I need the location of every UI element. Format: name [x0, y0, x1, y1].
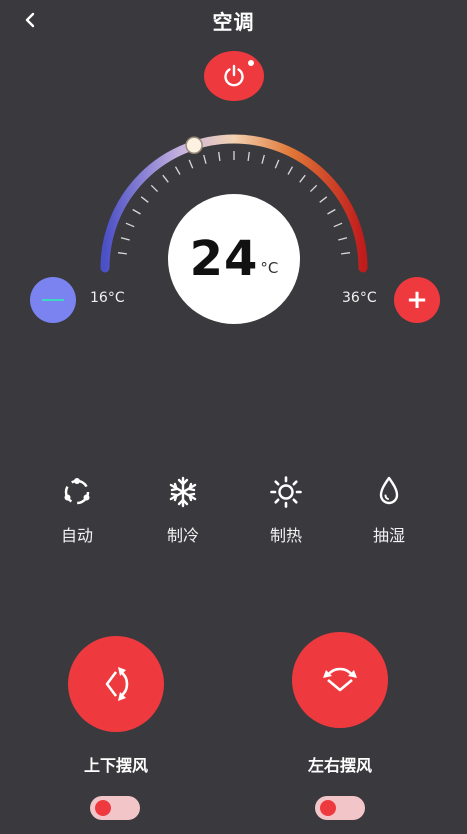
dial-tick	[117, 252, 127, 255]
temperature-unit: °C	[260, 259, 279, 277]
dial-tick	[140, 196, 149, 203]
vertical-swing-button[interactable]	[68, 636, 164, 732]
dial-tick	[341, 252, 351, 255]
dial-tick	[120, 237, 130, 241]
plus-icon: +	[406, 285, 428, 315]
dial-tick	[309, 184, 318, 193]
dial-tick	[125, 222, 135, 228]
mode-label: 制冷	[166, 526, 199, 545]
horizontal-swing-toggle[interactable]	[315, 796, 365, 820]
mode-dehumidify[interactable]: 抽湿	[349, 474, 429, 546]
dial-tick	[132, 208, 141, 215]
mode-auto[interactable]: 自动	[37, 474, 117, 546]
snowflake-icon	[169, 476, 197, 508]
horizontal-swing-label: 左右摆风	[307, 756, 372, 775]
dial-tick	[247, 151, 250, 161]
dial-tick	[274, 159, 280, 169]
dial-tick	[319, 196, 328, 203]
increase-temperature-button[interactable]: +	[394, 277, 440, 323]
toggle-knob	[320, 800, 336, 816]
dial-tick	[150, 184, 159, 193]
temperature-slider-thumb	[185, 136, 203, 155]
temperature-value: 24	[189, 231, 259, 287]
horizontal-swing-icon	[323, 667, 357, 692]
mode-heat[interactable]: 制热	[246, 474, 326, 546]
dial-tick	[299, 174, 306, 183]
toggle-knob	[95, 800, 111, 816]
dial-tick	[218, 151, 221, 161]
mode-label: 自动	[60, 526, 93, 545]
decrease-temperature-button[interactable]	[30, 277, 76, 323]
dial-tick	[327, 208, 336, 215]
temperature-display: 24 °C	[168, 194, 300, 324]
dial-tick	[203, 154, 207, 164]
mode-cool[interactable]: 制冷	[143, 474, 223, 546]
mode-label: 制热	[269, 526, 302, 545]
auto-cycle-icon	[64, 478, 90, 505]
dial-tick	[261, 154, 265, 164]
vertical-swing-icon	[105, 667, 129, 701]
vertical-swing-label: 上下摆风	[83, 756, 148, 775]
dial-tick	[174, 166, 181, 175]
dial-tick	[287, 166, 294, 175]
min-temperature-label: 16°C	[90, 290, 125, 306]
water-drop-icon	[379, 476, 399, 505]
horizontal-swing-button[interactable]	[292, 632, 388, 728]
dial-tick	[338, 237, 348, 241]
dial-tick	[162, 174, 169, 183]
sun-icon	[270, 476, 302, 508]
max-temperature-label: 36°C	[342, 290, 377, 306]
dial-tick	[333, 222, 343, 228]
mode-label: 抽湿	[372, 526, 405, 545]
minus-icon	[42, 299, 64, 301]
vertical-swing-toggle[interactable]	[90, 796, 140, 820]
dial-tick	[188, 159, 194, 169]
